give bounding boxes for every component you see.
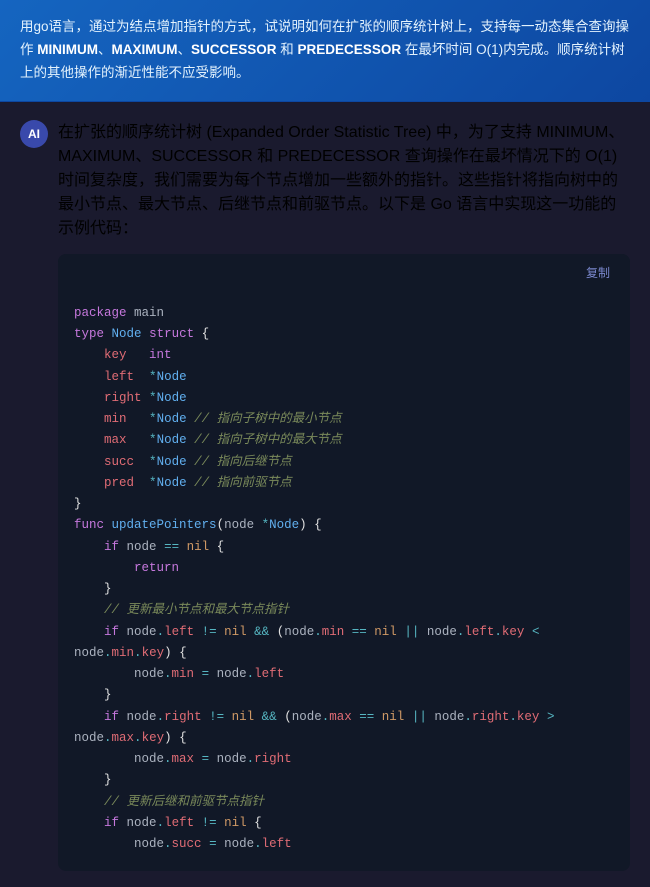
page-container: 用go语言，通过为结点增加指针的方式，试说明如何在扩张的顺序统计树上，支持每一动… — [0, 0, 650, 887]
message-body: 在扩张的顺序统计树 (Expanded Order Statistic Tree… — [58, 118, 630, 872]
main-text: 在扩张的顺序统计树 (Expanded Order Statistic Tree… — [58, 118, 630, 238]
copy-button[interactable]: 复制 — [580, 262, 616, 283]
code-block: 复制 package main type Node struct { key i… — [58, 254, 630, 872]
info-box: 用go语言，通过为结点增加指针的方式，试说明如何在扩张的顺序统计树上，支持每一动… — [0, 0, 650, 102]
message-row: AI 在扩张的顺序统计树 (Expanded Order Statistic T… — [0, 102, 650, 887]
code-area: package main type Node struct { key int … — [58, 291, 630, 872]
code-header: 复制 — [58, 254, 630, 291]
avatar: AI — [20, 120, 48, 148]
info-text: 用go语言，通过为结点增加指针的方式，试说明如何在扩张的顺序统计树上，支持每一动… — [20, 19, 629, 80]
